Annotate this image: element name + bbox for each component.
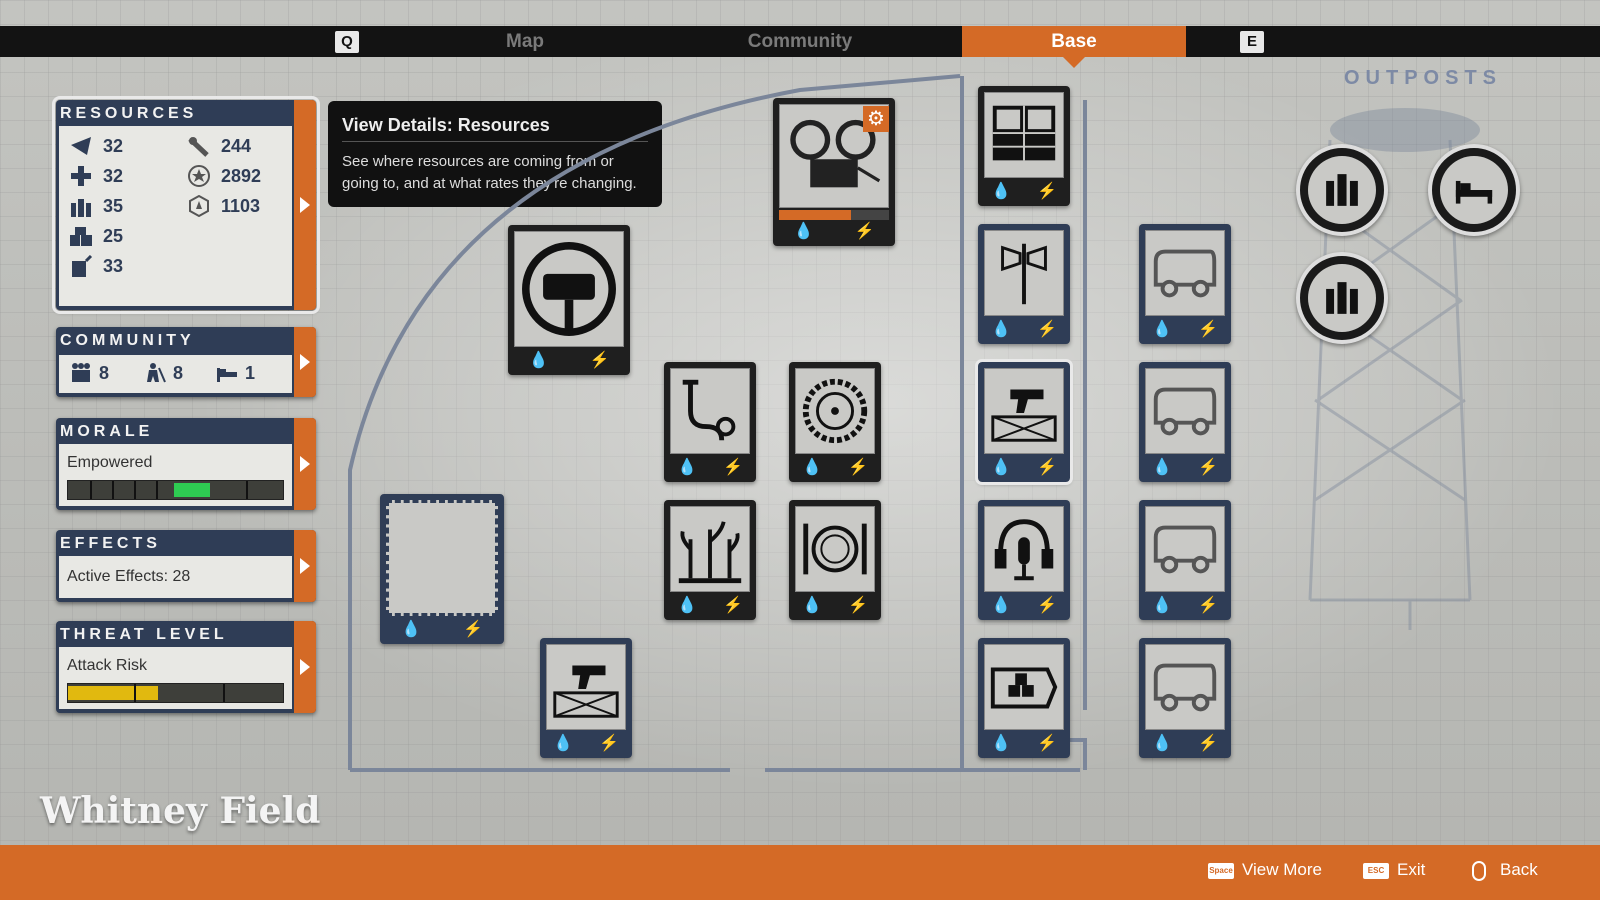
facility-storage[interactable]: 💧 ⚡ bbox=[978, 638, 1070, 758]
power-icon: ⚡ bbox=[599, 735, 619, 752]
power-icon: ⚡ bbox=[1037, 735, 1057, 752]
bed-icon bbox=[1455, 180, 1493, 204]
plant-icon bbox=[678, 521, 742, 584]
power-icon: ⚡ bbox=[589, 352, 610, 369]
stethoscope-icon bbox=[682, 379, 736, 441]
water-icon: 💧 bbox=[677, 459, 697, 476]
power-icon: ⚡ bbox=[854, 223, 875, 240]
exit-hint[interactable]: ESC Exit bbox=[1363, 857, 1425, 883]
water-icon: 💧 bbox=[991, 183, 1011, 200]
water-icon: 💧 bbox=[802, 597, 822, 614]
esc-key-icon: ESC bbox=[1363, 862, 1389, 879]
power-icon: ⚡ bbox=[1037, 321, 1057, 338]
facility-workshop[interactable]: 💧 ⚡ bbox=[789, 362, 881, 482]
facility-kitchen[interactable]: 💧 ⚡ bbox=[789, 500, 881, 620]
facility-theater[interactable]: ⚙ 💧 ⚡ bbox=[773, 98, 895, 246]
power-icon: ⚡ bbox=[463, 621, 483, 638]
facility-solar[interactable]: 💧 ⚡ bbox=[978, 86, 1070, 206]
plate-icon bbox=[803, 523, 867, 575]
water-icon: 💧 bbox=[1152, 597, 1172, 614]
power-icon: ⚡ bbox=[1198, 735, 1218, 752]
van-icon bbox=[1153, 525, 1217, 574]
water-icon: 💧 bbox=[793, 223, 814, 240]
outpost-ammo-2[interactable] bbox=[1296, 252, 1388, 344]
water-icon: 💧 bbox=[991, 735, 1011, 752]
van-icon bbox=[1153, 663, 1217, 712]
view-more-hint[interactable]: Space View More bbox=[1208, 857, 1322, 883]
van-icon bbox=[1153, 387, 1217, 436]
construction-progress-bar bbox=[779, 210, 889, 220]
facility-garden[interactable]: 💧 ⚡ bbox=[664, 500, 756, 620]
parking-slot-1[interactable]: 💧 ⚡ bbox=[1139, 224, 1231, 344]
pistol-icon bbox=[553, 665, 619, 718]
supply-locker-icon bbox=[990, 667, 1058, 709]
footer-bar: Space View More ESC Exit Back bbox=[0, 845, 1600, 900]
power-icon: ⚡ bbox=[1198, 459, 1218, 476]
power-icon: ⚡ bbox=[723, 597, 743, 614]
power-icon: ⚡ bbox=[723, 459, 743, 476]
parking-slot-2[interactable]: 💧 ⚡ bbox=[1139, 362, 1231, 482]
vehicle-garage-icon bbox=[522, 242, 616, 336]
power-icon: ⚡ bbox=[1198, 321, 1218, 338]
pistol-icon bbox=[991, 389, 1057, 442]
outpost-beds[interactable] bbox=[1428, 144, 1520, 236]
outpost-ammo-1[interactable] bbox=[1296, 144, 1388, 236]
power-icon: ⚡ bbox=[848, 459, 868, 476]
water-icon: 💧 bbox=[802, 459, 822, 476]
space-key-icon: Space bbox=[1208, 862, 1234, 879]
power-icon: ⚡ bbox=[848, 597, 868, 614]
van-icon bbox=[1153, 249, 1217, 298]
water-icon: 💧 bbox=[991, 321, 1011, 338]
facility-ammo-workbench[interactable]: 💧 ⚡ bbox=[975, 359, 1073, 485]
outposts-title: OUTPOSTS bbox=[1344, 67, 1503, 89]
facility-garage[interactable]: 💧 ⚡ bbox=[508, 225, 630, 375]
empty-facility-slot[interactable]: 💧 ⚡ bbox=[380, 494, 504, 644]
water-icon: 💧 bbox=[1152, 321, 1172, 338]
facility-infirmary[interactable]: 💧 ⚡ bbox=[664, 362, 756, 482]
power-icon: ⚡ bbox=[1198, 597, 1218, 614]
water-icon: 💧 bbox=[401, 621, 421, 638]
water-icon: 💧 bbox=[991, 459, 1011, 476]
facility-radio[interactable]: 💧 ⚡ bbox=[978, 500, 1070, 620]
water-icon: 💧 bbox=[991, 597, 1011, 614]
water-icon: 💧 bbox=[1152, 735, 1172, 752]
mouse-icon bbox=[1472, 860, 1486, 881]
ammo-icon bbox=[1326, 282, 1358, 314]
facility-watchtower[interactable]: 💧 ⚡ bbox=[978, 224, 1070, 344]
facility-armory[interactable]: 💧 ⚡ bbox=[540, 638, 632, 758]
water-icon: 💧 bbox=[528, 352, 549, 369]
gear-icon[interactable]: ⚙ bbox=[863, 106, 889, 132]
parking-slot-4[interactable]: 💧 ⚡ bbox=[1139, 638, 1231, 758]
power-icon: ⚡ bbox=[1037, 183, 1057, 200]
saw-blade-icon bbox=[802, 378, 868, 444]
base-name: Whitney Field bbox=[40, 790, 321, 832]
parking-slot-3[interactable]: 💧 ⚡ bbox=[1139, 500, 1231, 620]
power-icon: ⚡ bbox=[1037, 459, 1057, 476]
power-icon: ⚡ bbox=[1037, 597, 1057, 614]
headset-icon bbox=[994, 519, 1054, 581]
solar-panel-icon bbox=[992, 105, 1056, 161]
back-hint[interactable]: Back bbox=[1472, 857, 1538, 883]
water-icon: 💧 bbox=[677, 597, 697, 614]
water-icon: 💧 bbox=[1152, 459, 1172, 476]
water-icon: 💧 bbox=[553, 735, 573, 752]
loudspeaker-icon bbox=[1001, 243, 1047, 305]
ammo-icon bbox=[1326, 174, 1358, 206]
